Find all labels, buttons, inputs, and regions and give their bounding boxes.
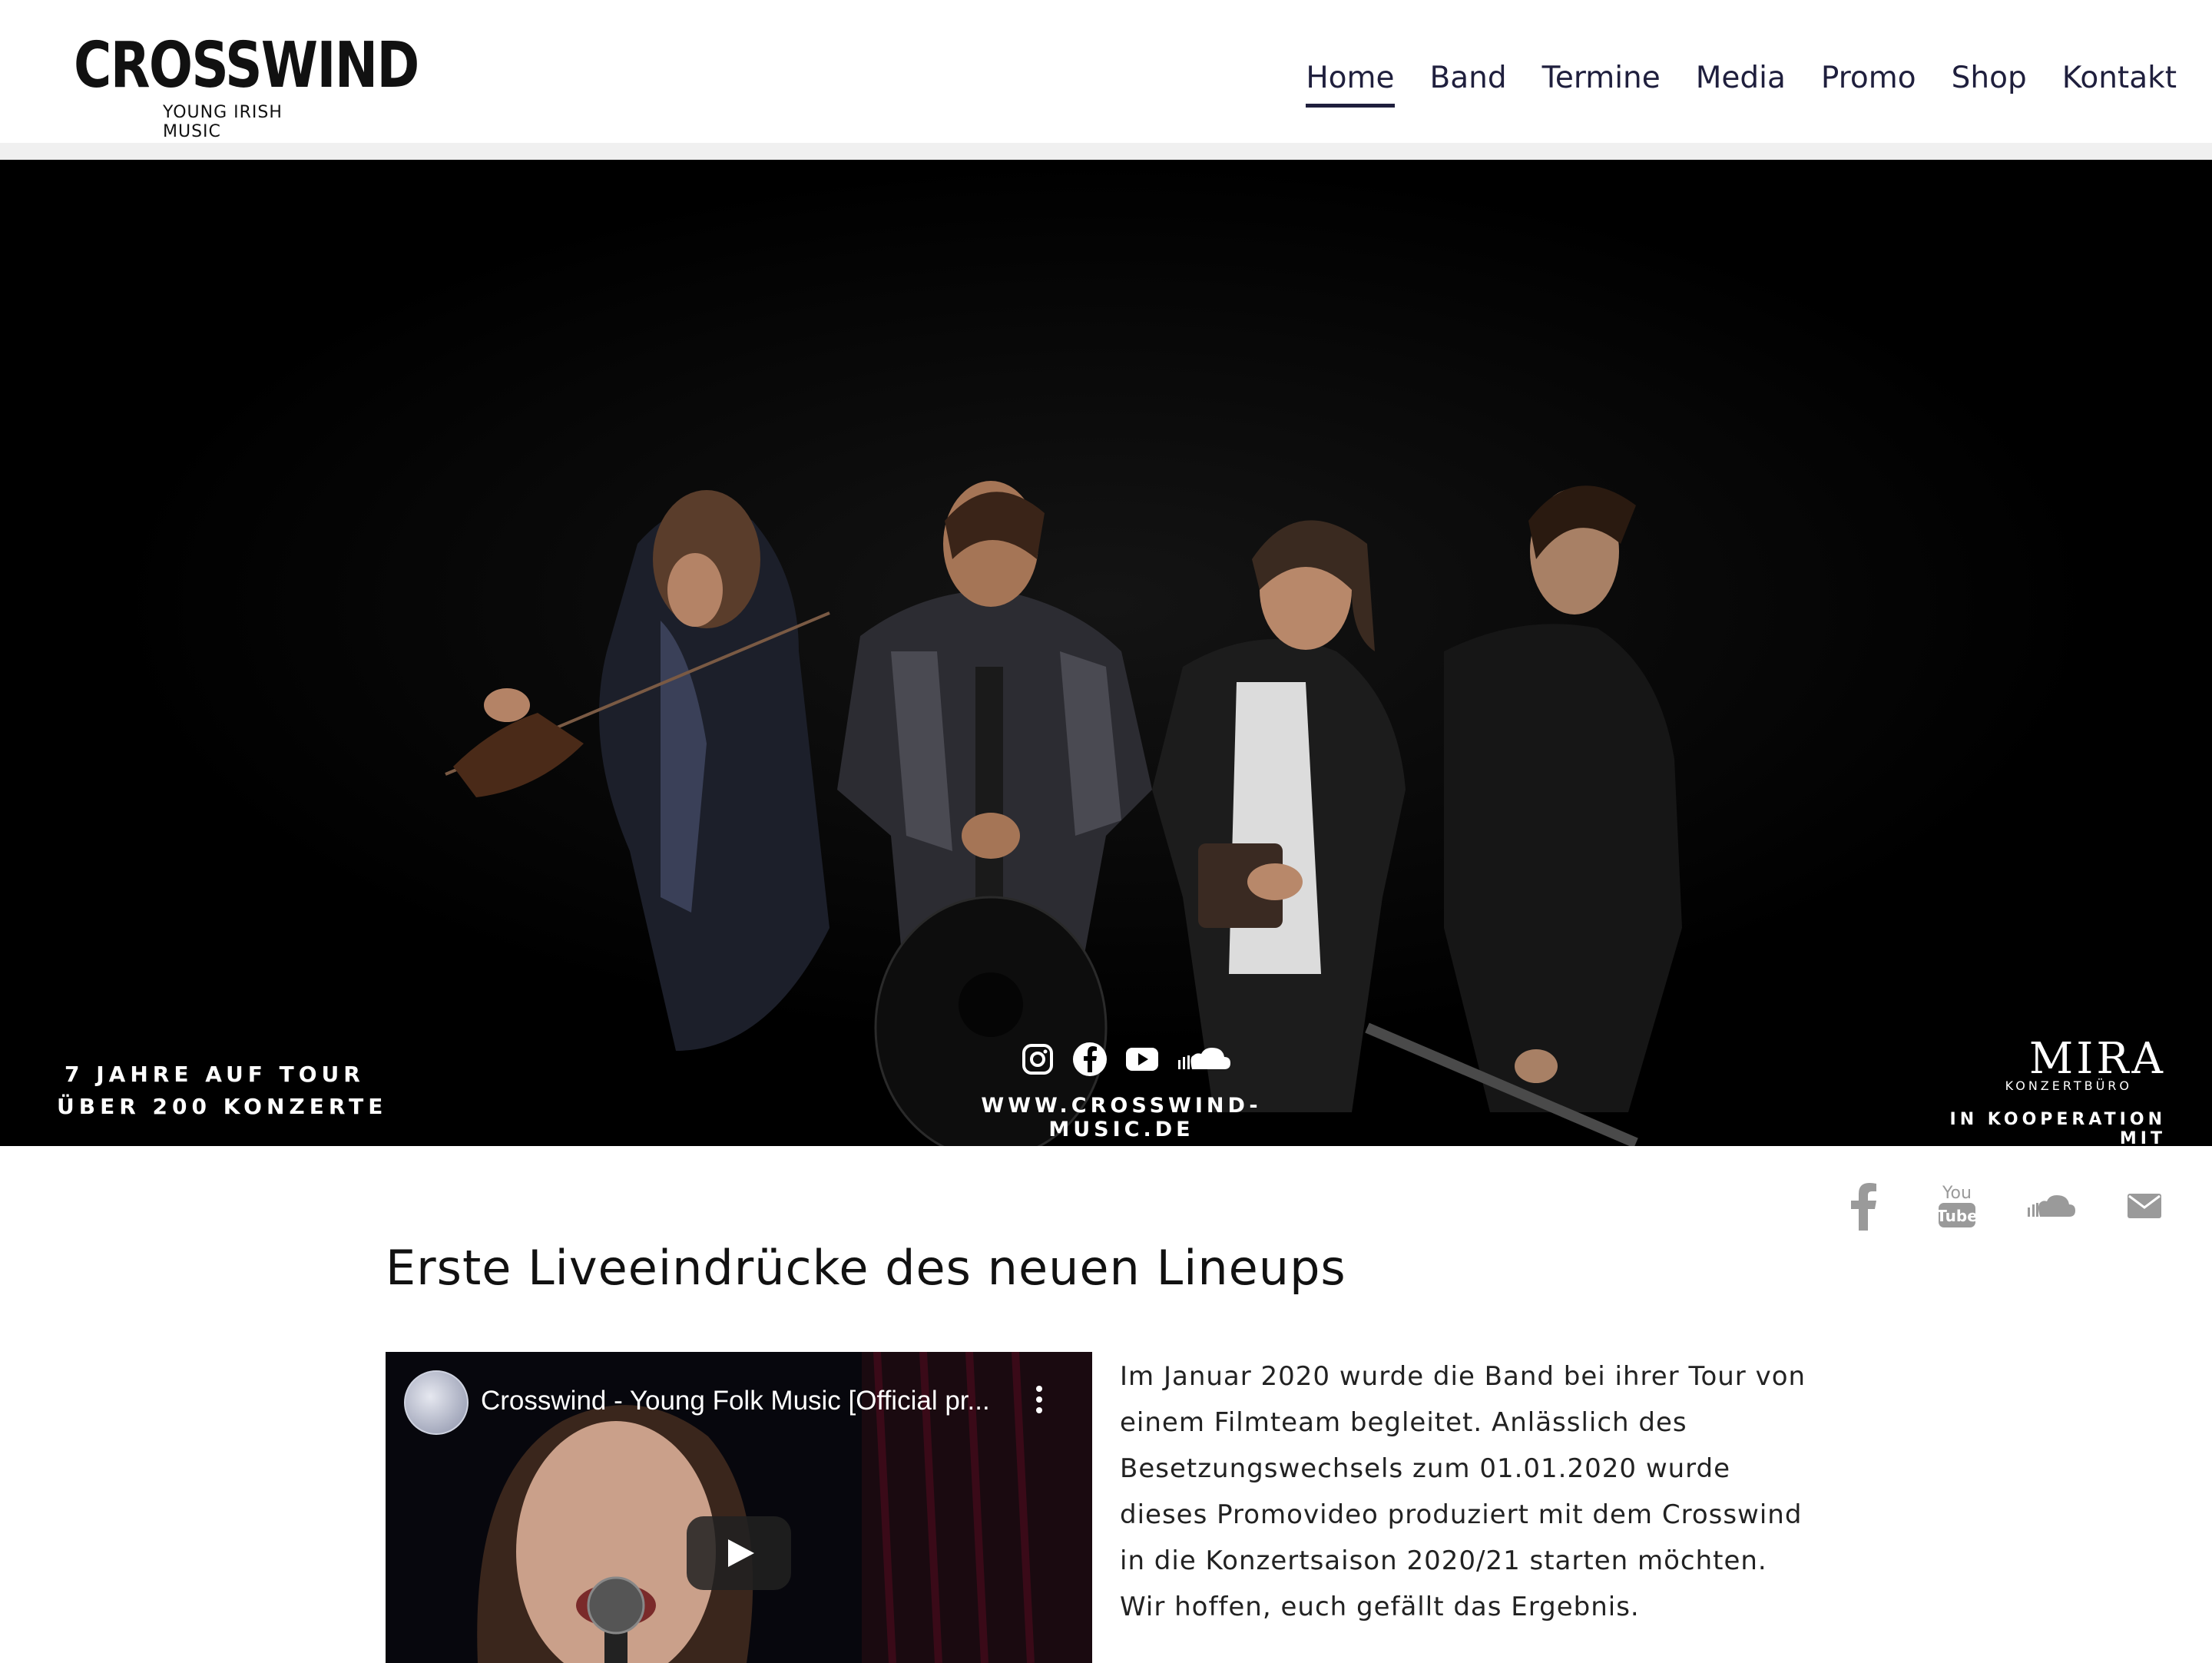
svg-text:You: You — [1942, 1184, 1972, 1203]
youtube-icon — [1126, 1048, 1158, 1071]
mira-logo: MIRA — [2028, 1034, 2166, 1084]
site-header: CROSSWIND YOUNG IRISH MUSIC Home Band Te… — [0, 0, 2212, 143]
intro-paragraph: Im Januar 2020 wurde die Band bei ihrer … — [1120, 1361, 1806, 1622]
video-title[interactable]: Crosswind - Young Folk Music [Official p… — [481, 1386, 990, 1416]
soundcloud-icon — [1178, 1048, 1230, 1069]
video-embed[interactable]: Crosswind - Young Folk Music [Official p… — [386, 1352, 1092, 1663]
website-url: WWW.CROSSWIND-MUSIC.DE — [981, 1094, 1262, 1141]
facebook-icon — [1851, 1183, 1876, 1231]
logo-tagline: YOUNG IRISH MUSIC — [163, 103, 283, 141]
envelope-icon — [2128, 1194, 2161, 1218]
nav-home[interactable]: Home — [1306, 55, 1395, 108]
instagram-icon — [1022, 1044, 1053, 1075]
play-button[interactable] — [687, 1516, 791, 1590]
nav-kontakt[interactable]: Kontakt — [2062, 55, 2177, 101]
facebook-icon — [1073, 1042, 1107, 1076]
tour-years-text: 7 JAHRE AUF TOUR — [65, 1062, 365, 1087]
social-links: You Tube — [1797, 1178, 2172, 1234]
tour-tagline: 7 JAHRE AUF TOUR ÜBER 200 KONZERTE — [57, 1058, 387, 1123]
hero-banner: 7 JAHRE AUF TOUR ÜBER 200 KONZERTE WWW.C… — [0, 160, 2212, 1146]
nav-media[interactable]: Media — [1696, 55, 1786, 101]
band-photo — [0, 160, 2212, 1146]
cooperation-text: IN KOOPERATION MIT — [1949, 1110, 2166, 1146]
hero-social-icons — [1020, 1042, 1230, 1077]
nav-promo[interactable]: Promo — [1821, 55, 1916, 101]
email-link[interactable] — [2117, 1178, 2172, 1234]
partner-block: MIRA KONZERTBÜRO IN KOOPERATION MIT — [1936, 1034, 2166, 1147]
soundcloud-link[interactable] — [2023, 1178, 2078, 1234]
video-more-options-icon[interactable] — [1028, 1381, 1051, 1427]
site-logo[interactable]: CROSSWIND YOUNG IRISH MUSIC — [74, 29, 419, 141]
youtube-link[interactable]: You Tube — [1929, 1178, 1985, 1234]
main-nav: Home Band Termine Media Promo Shop Konta… — [1270, 55, 2177, 108]
section-headline: Erste Liveeindrücke des neuen Lineups — [386, 1240, 1346, 1296]
logo-wordmark: CROSSWIND — [74, 29, 419, 102]
header-divider — [0, 143, 2212, 160]
nav-band[interactable]: Band — [1430, 55, 1507, 101]
svg-text:Tube: Tube — [1936, 1207, 1978, 1225]
tour-concerts-text: ÜBER 200 KONZERTE — [57, 1094, 388, 1119]
nav-termine[interactable]: Termine — [1542, 55, 1661, 101]
soundcloud-icon — [2028, 1195, 2075, 1217]
nav-shop[interactable]: Shop — [1952, 55, 2027, 101]
youtube-icon: You Tube — [1936, 1184, 1978, 1227]
facebook-link[interactable] — [1836, 1178, 1891, 1234]
channel-avatar[interactable] — [404, 1370, 469, 1435]
mira-subtitle: KONZERTBÜRO — [2005, 1078, 2132, 1093]
